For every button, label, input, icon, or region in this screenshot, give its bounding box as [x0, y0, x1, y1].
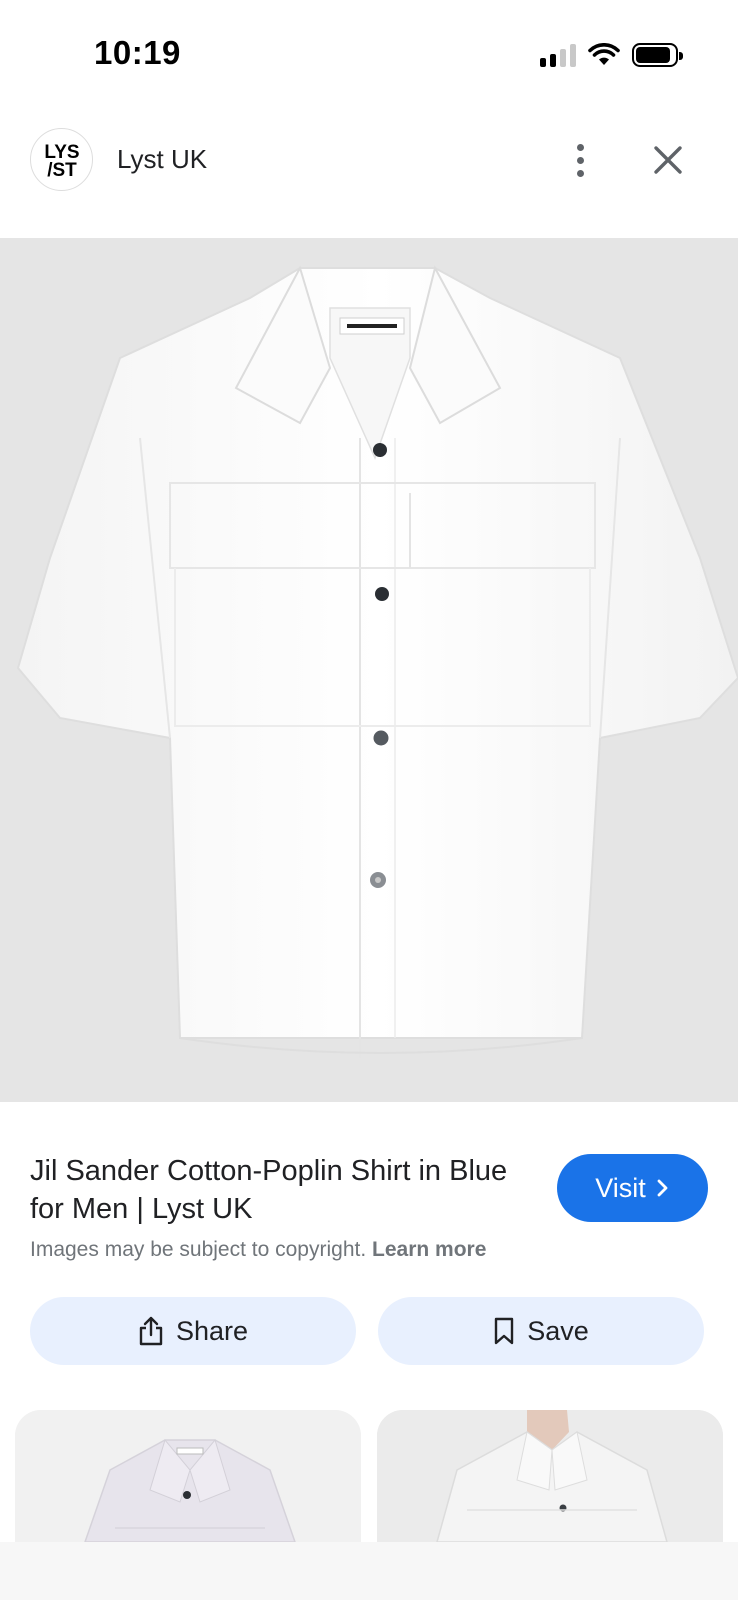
- lyst-logo: LYS /ST: [44, 142, 79, 180]
- cellular-signal-icon: [540, 43, 576, 67]
- close-icon: [654, 146, 682, 174]
- share-label: Share: [175, 1315, 249, 1346]
- close-button[interactable]: [644, 136, 692, 184]
- related-model-thumbnail: [377, 1410, 723, 1542]
- product-image[interactable]: [0, 238, 738, 1102]
- source-logo[interactable]: LYS /ST: [30, 128, 93, 191]
- chevron-right-icon: [657, 1179, 668, 1197]
- share-icon: [139, 1316, 163, 1346]
- learn-more-link[interactable]: Learn more: [372, 1238, 486, 1261]
- more-vert-icon: [576, 143, 584, 151]
- related-image-card[interactable]: [15, 1410, 361, 1542]
- shirt-image: [16, 265, 738, 1058]
- related-shirt-thumbnail: [15, 1410, 361, 1542]
- copyright-text: Images may be subject to copyright.: [30, 1238, 367, 1261]
- status-time: 10:19: [94, 34, 181, 71]
- visit-label: Visit: [595, 1172, 646, 1203]
- visit-button[interactable]: Visit: [557, 1154, 708, 1222]
- result-title[interactable]: Jil Sander Cotton-Poplin Shirt in Blue f…: [30, 1152, 510, 1228]
- source-name[interactable]: Lyst UK: [117, 144, 207, 175]
- more-options-button[interactable]: [560, 136, 600, 184]
- svg-text:/ST: /ST: [47, 160, 77, 180]
- status-bar: 10:19: [0, 0, 738, 100]
- save-button[interactable]: Save: [378, 1297, 704, 1365]
- related-image-card[interactable]: [377, 1410, 723, 1542]
- wifi-icon: [588, 43, 620, 65]
- bottom-bar: [0, 1542, 738, 1600]
- status-icons: [540, 40, 683, 70]
- source-header: LYS /ST Lyst UK: [0, 120, 738, 200]
- bookmark-icon: [495, 1317, 514, 1345]
- share-button[interactable]: Share: [30, 1297, 356, 1365]
- save-label: Save: [527, 1315, 589, 1346]
- battery-icon: [632, 43, 683, 67]
- copyright-notice: Images may be subject to copyright. Lear…: [30, 1238, 486, 1262]
